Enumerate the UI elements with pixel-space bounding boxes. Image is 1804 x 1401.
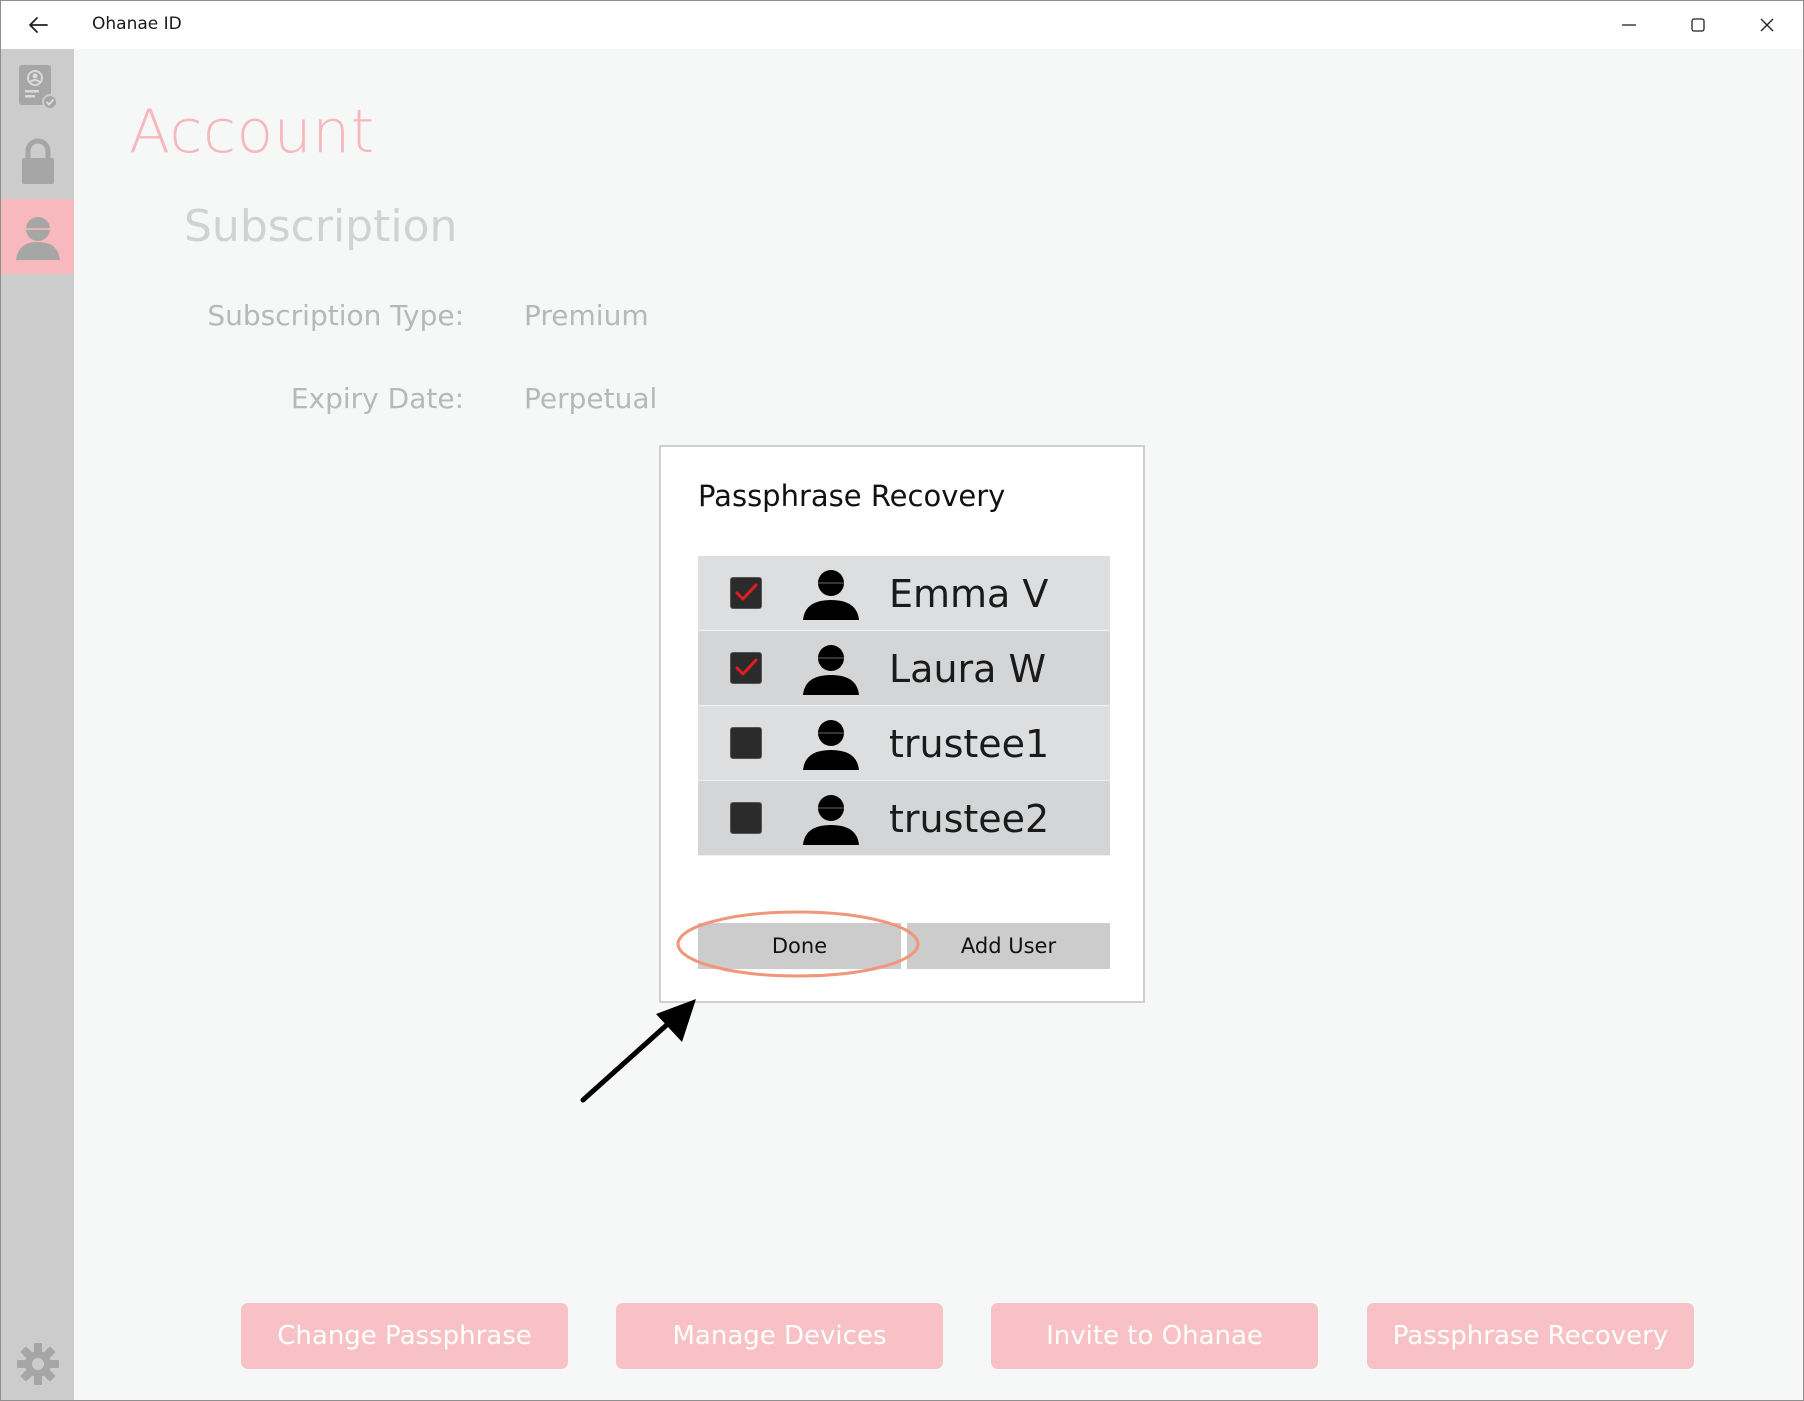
back-button[interactable]	[15, 7, 61, 43]
list-item[interactable]: Laura W	[698, 631, 1110, 706]
user-name: Laura W	[889, 647, 1047, 691]
gear-icon	[16, 1343, 59, 1385]
arrow-left-icon	[29, 17, 48, 33]
list-item[interactable]: trustee2	[698, 781, 1110, 856]
app-title: Ohanae ID	[92, 14, 182, 34]
sidebar-item-account[interactable]	[1, 199, 74, 274]
section-title: Subscription	[184, 201, 458, 252]
expiry-date-value: Perpetual	[524, 382, 658, 415]
page-title: Account	[129, 97, 375, 167]
dialog-title: Passphrase Recovery	[698, 479, 1006, 513]
subscription-type-label: Subscription Type:	[207, 299, 464, 332]
list-item[interactable]: Emma V	[698, 556, 1110, 631]
invite-to-ohanae-button[interactable]: Invite to Ohanae	[991, 1303, 1318, 1369]
avatar-icon	[803, 720, 859, 770]
manage-devices-button[interactable]: Manage Devices	[616, 1303, 943, 1369]
expiry-date-label: Expiry Date:	[290, 382, 464, 415]
checkmark-icon	[735, 658, 758, 676]
avatar-icon	[803, 570, 859, 620]
user-name: Emma V	[889, 572, 1049, 616]
close-icon	[1760, 18, 1774, 32]
sidebar-item-identity[interactable]	[1, 49, 74, 124]
add-user-button[interactable]: Add User	[907, 923, 1110, 969]
user-checkbox[interactable]	[730, 577, 762, 609]
trustee-list: Emma V Laura W trustee1 trustee2	[698, 556, 1110, 856]
sidebar	[1, 49, 74, 1400]
list-item[interactable]: trustee1	[698, 706, 1110, 781]
user-checkbox[interactable]	[730, 802, 762, 834]
title-bar: Ohanae ID	[1, 1, 1803, 49]
subscription-type-value: Premium	[524, 299, 649, 332]
lock-icon	[21, 138, 54, 184]
done-button[interactable]: Done	[698, 923, 901, 969]
maximize-button[interactable]	[1664, 1, 1732, 49]
checkmark-icon	[735, 583, 758, 601]
avatar-icon	[803, 645, 859, 695]
minimize-icon	[1622, 24, 1636, 26]
user-checkbox[interactable]	[730, 652, 762, 684]
sidebar-item-security[interactable]	[1, 124, 74, 199]
user-checkbox[interactable]	[730, 727, 762, 759]
user-name: trustee1	[889, 722, 1050, 766]
id-card-icon	[18, 64, 58, 110]
user-icon	[15, 216, 60, 260]
avatar-icon	[803, 795, 859, 845]
change-passphrase-button[interactable]: Change Passphrase	[241, 1303, 568, 1369]
passphrase-recovery-dialog: Passphrase Recovery Emma V Laura W trust…	[659, 445, 1145, 1003]
user-name: trustee2	[889, 797, 1050, 841]
app-window: Ohanae ID Account Subscription Subscript…	[0, 0, 1804, 1401]
maximize-icon	[1691, 18, 1705, 32]
close-button[interactable]	[1733, 1, 1801, 49]
minimize-button[interactable]	[1595, 1, 1663, 49]
settings-button[interactable]	[1, 1334, 74, 1394]
passphrase-recovery-button[interactable]: Passphrase Recovery	[1367, 1303, 1694, 1369]
